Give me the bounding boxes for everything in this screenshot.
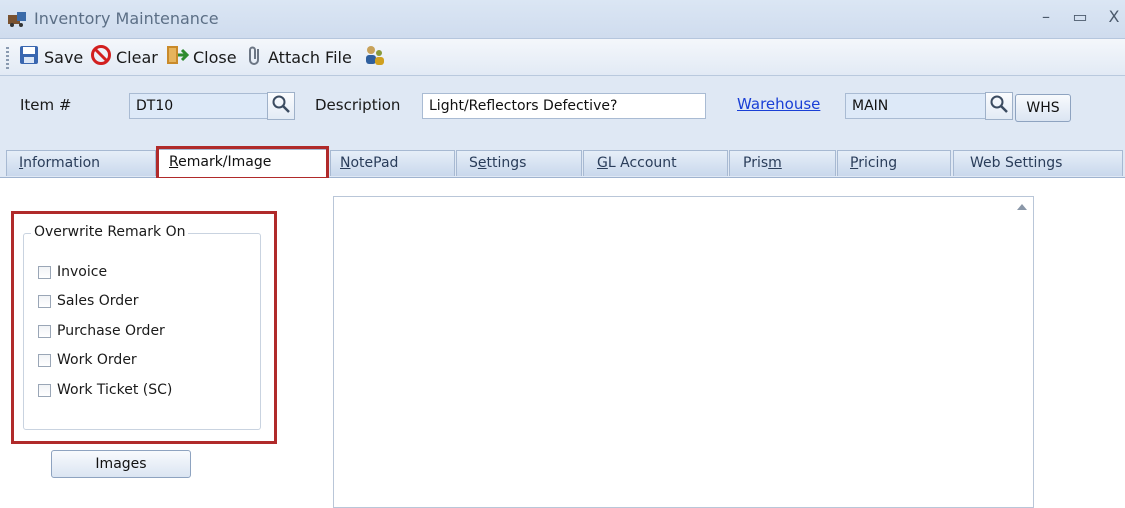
warehouse-link[interactable]: Warehouse [737, 95, 820, 113]
work-order-checkbox[interactable] [38, 353, 51, 367]
app-icon [7, 9, 29, 27]
title-bar: Inventory Maintenance – ▭ X [0, 0, 1125, 39]
attach-file-label: Attach File [268, 47, 352, 67]
item-number-field[interactable]: DT10 [129, 93, 269, 119]
purchase-order-label: Purchase Order [57, 323, 165, 339]
tab-prism[interactable]: Prism [729, 150, 836, 176]
clear-label: Clear [116, 47, 158, 67]
maximize-button[interactable]: ▭ [1068, 6, 1092, 28]
window-title: Inventory Maintenance [34, 9, 219, 28]
images-button[interactable]: Images [51, 450, 191, 478]
tab-strip: Information Remark/Image NotePad Setting… [0, 149, 1125, 178]
clear-button[interactable]: Clear [90, 44, 158, 70]
sales-order-checkbox[interactable] [38, 294, 51, 308]
remark-text-area[interactable] [333, 196, 1034, 508]
tab-settings[interactable]: Settings [456, 150, 582, 176]
description-field[interactable]: Light/Reflectors Defective? [422, 93, 706, 119]
tab-remark-image[interactable]: Remark/Image [157, 149, 328, 177]
minimize-button[interactable]: – [1034, 6, 1058, 28]
toolbar-grip[interactable] [6, 47, 9, 69]
tab-notepad[interactable]: NotePad [330, 150, 455, 176]
work-order-label: Work Order [57, 352, 137, 368]
work-order-checkbox-row[interactable]: Work Order [38, 352, 137, 368]
tab-web-settings[interactable]: Web Settings [953, 150, 1123, 176]
close-window-button[interactable]: X [1102, 6, 1125, 28]
tab-pricing[interactable]: Pricing [837, 150, 951, 176]
sales-order-label: Sales Order [57, 293, 139, 309]
paperclip-icon [246, 44, 264, 70]
save-icon [18, 44, 40, 70]
invoice-checkbox-row[interactable]: Invoice [38, 264, 107, 280]
description-label: Description [315, 96, 401, 114]
work-ticket-checkbox-row[interactable]: Work Ticket (SC) [38, 382, 172, 398]
tab-information[interactable]: Information [6, 150, 156, 176]
save-button[interactable]: Save [18, 44, 83, 70]
attach-file-button[interactable]: Attach File [246, 44, 352, 70]
item-number-label: Item # [20, 96, 72, 114]
close-button[interactable]: Close [165, 44, 237, 70]
invoice-label: Invoice [57, 264, 108, 280]
work-ticket-label: Work Ticket (SC) [57, 382, 173, 398]
toolbar: Save Clear Close Attach File [0, 39, 1125, 76]
magnifier-icon [271, 94, 291, 118]
item-lookup-button[interactable] [267, 92, 295, 120]
warehouse-field[interactable]: MAIN [845, 93, 987, 119]
clear-icon [90, 44, 112, 70]
close-door-icon [165, 44, 190, 70]
tab-gl-account[interactable]: GL Account [583, 150, 728, 176]
warehouse-lookup-button[interactable] [985, 92, 1013, 120]
save-label: Save [44, 47, 84, 67]
users-icon [362, 43, 386, 71]
users-button[interactable] [362, 44, 386, 70]
magnifier-icon [989, 94, 1009, 118]
purchase-order-checkbox-row[interactable]: Purchase Order [38, 323, 165, 339]
invoice-checkbox[interactable] [38, 265, 51, 279]
sales-order-checkbox-row[interactable]: Sales Order [38, 293, 139, 309]
scroll-up-arrow-icon[interactable] [1014, 200, 1030, 214]
work-ticket-checkbox[interactable] [38, 383, 51, 397]
whs-button[interactable]: WHS [1015, 94, 1071, 122]
close-label: Close [193, 47, 237, 67]
overwrite-remark-title: Overwrite Remark On [31, 224, 189, 240]
purchase-order-checkbox[interactable] [38, 324, 51, 338]
